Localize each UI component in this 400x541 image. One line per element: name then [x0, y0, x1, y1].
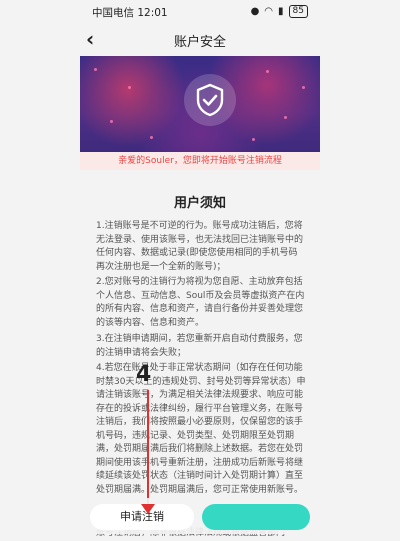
notice-paragraph-4: 4.若您在账号处于非正常状态期间（如存在任何功能时禁30天以上的违规处罚、封号处…: [96, 363, 306, 495]
location-icon: ●: [250, 6, 260, 17]
battery-icon: 85: [288, 5, 308, 18]
section-heading: 用户须知: [173, 196, 226, 211]
banner: [80, 56, 320, 152]
bottom-action-bar: 申请注销: [80, 498, 320, 534]
signal-icon: ▮: [278, 6, 284, 17]
notice-paragraph-2: 2.您对账号的注销行为将视为您自愿、主动放弃包括个人信息、互动信息、Soul币及…: [96, 277, 305, 328]
notice-paragraph-3: 3.在注销申请期间，若您重新开启自动付费服务，您的注销申请将会失败；: [96, 334, 303, 358]
annotation-arrow-head: [141, 504, 155, 514]
user-notice-content: 用户须知 1.注销账号是不可逆的行为。账号成功注销后，您将无法登录、使用该账号，…: [80, 170, 320, 538]
carrier-time: 中国电信 12:01: [92, 7, 168, 19]
notice-banner: 亲爱的Souler，您即将开始账号注销流程: [80, 152, 320, 170]
shield-check-icon: [184, 74, 236, 126]
status-icons: ● ◠ ▮ 85: [251, 5, 308, 18]
notice-paragraph-1: 1.注销账号是不可逆的行为。账号成功注销后，您将无法登录、使用该账号，也无法找回…: [96, 221, 304, 272]
next-button[interactable]: [202, 504, 310, 530]
status-bar: 中国电信 12:01 ● ◠ ▮ 85: [0, 0, 400, 24]
nav-bar: ‹ 账户安全: [80, 24, 320, 56]
annotation-arrow-line: [147, 390, 149, 508]
page-title: 账户安全: [173, 35, 226, 50]
annotation-number: 4: [136, 362, 152, 387]
wifi-icon: ◠: [264, 6, 274, 17]
